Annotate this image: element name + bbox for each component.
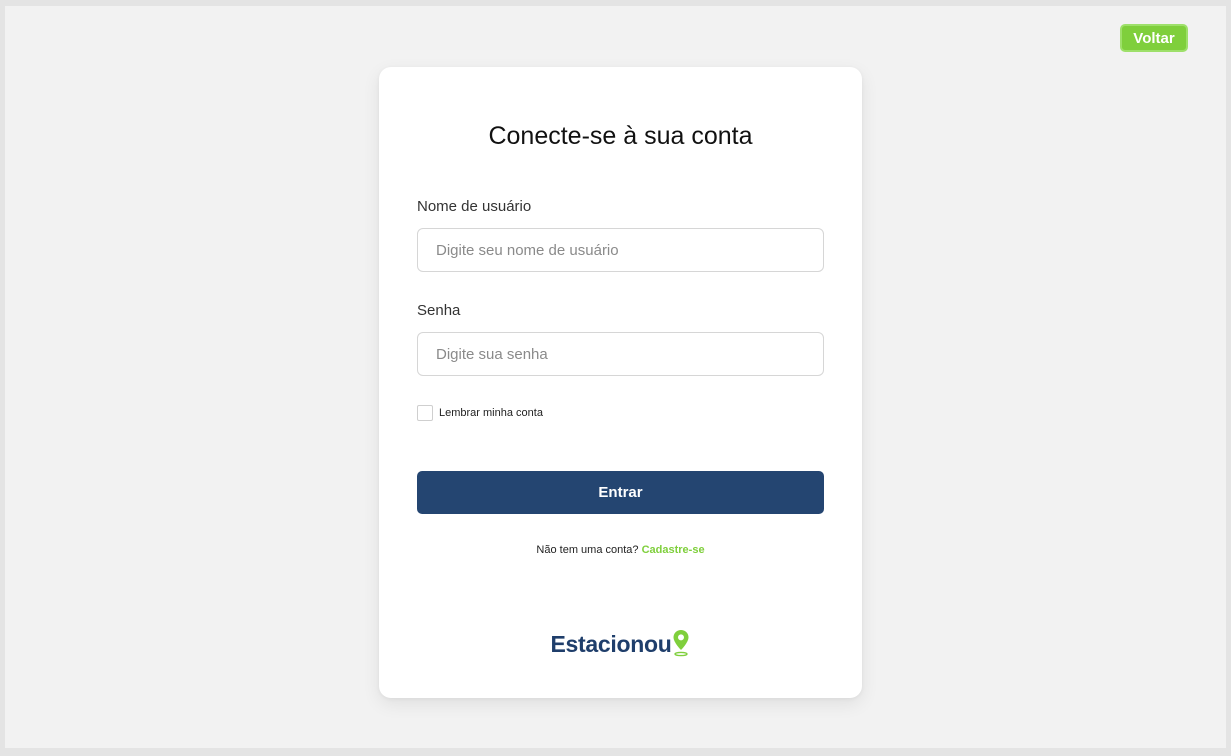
- map-pin-icon: [673, 630, 689, 657]
- remember-row: Lembrar minha conta: [417, 405, 543, 421]
- back-button[interactable]: Voltar: [1120, 24, 1188, 52]
- page-background: Voltar Conecte-se à sua conta Nome de us…: [5, 6, 1226, 748]
- signup-row: Não tem uma conta? Cadastre-se: [379, 544, 862, 556]
- login-card: Conecte-se à sua conta Nome de usuário S…: [379, 67, 862, 698]
- login-button[interactable]: Entrar: [417, 471, 824, 514]
- username-label: Nome de usuário: [417, 198, 532, 215]
- brand-name: Estacionou: [550, 631, 672, 657]
- remember-label: Lembrar minha conta: [439, 407, 543, 419]
- username-input[interactable]: [417, 228, 824, 272]
- signup-link[interactable]: Cadastre-se: [642, 544, 705, 556]
- password-input[interactable]: [417, 332, 824, 376]
- brand-logo: Estacionou: [379, 629, 862, 658]
- signup-prompt: Não tem uma conta?: [536, 544, 639, 556]
- remember-checkbox[interactable]: [417, 405, 433, 421]
- page-title: Conecte-se à sua conta: [488, 122, 753, 150]
- password-label: Senha: [417, 302, 461, 319]
